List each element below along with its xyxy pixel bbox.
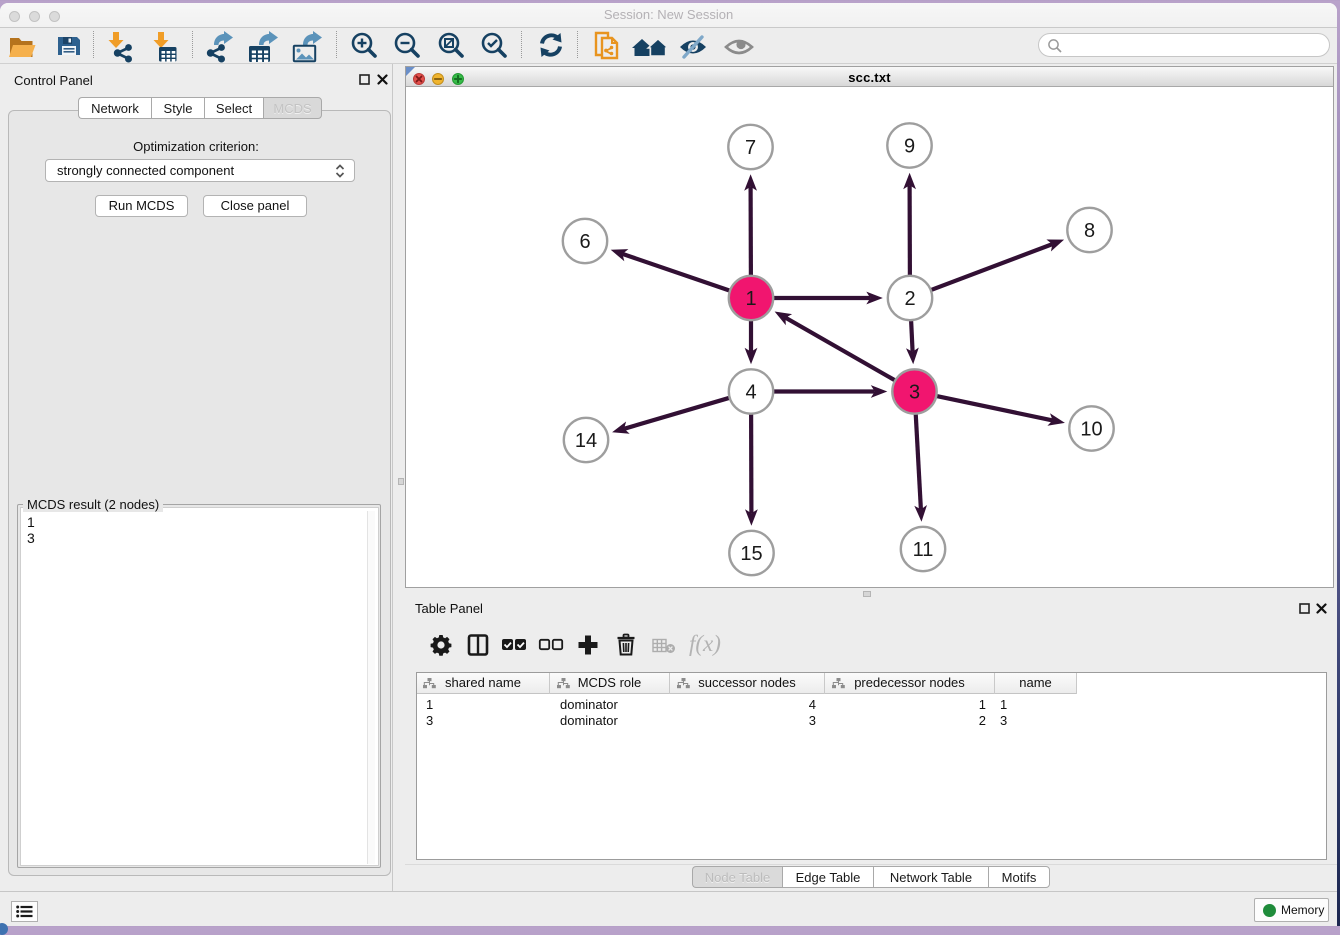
svg-text:4: 4 xyxy=(745,382,756,404)
svg-text:10: 10 xyxy=(1080,419,1102,441)
svg-text:15: 15 xyxy=(740,543,762,565)
svg-text:2: 2 xyxy=(904,288,915,310)
svg-text:6: 6 xyxy=(579,231,590,253)
svg-text:14: 14 xyxy=(575,430,597,452)
svg-text:3: 3 xyxy=(909,382,920,404)
svg-text:8: 8 xyxy=(1084,220,1095,242)
svg-text:9: 9 xyxy=(904,136,915,158)
svg-text:11: 11 xyxy=(913,539,934,561)
svg-text:1: 1 xyxy=(745,288,756,310)
svg-text:7: 7 xyxy=(745,137,756,159)
